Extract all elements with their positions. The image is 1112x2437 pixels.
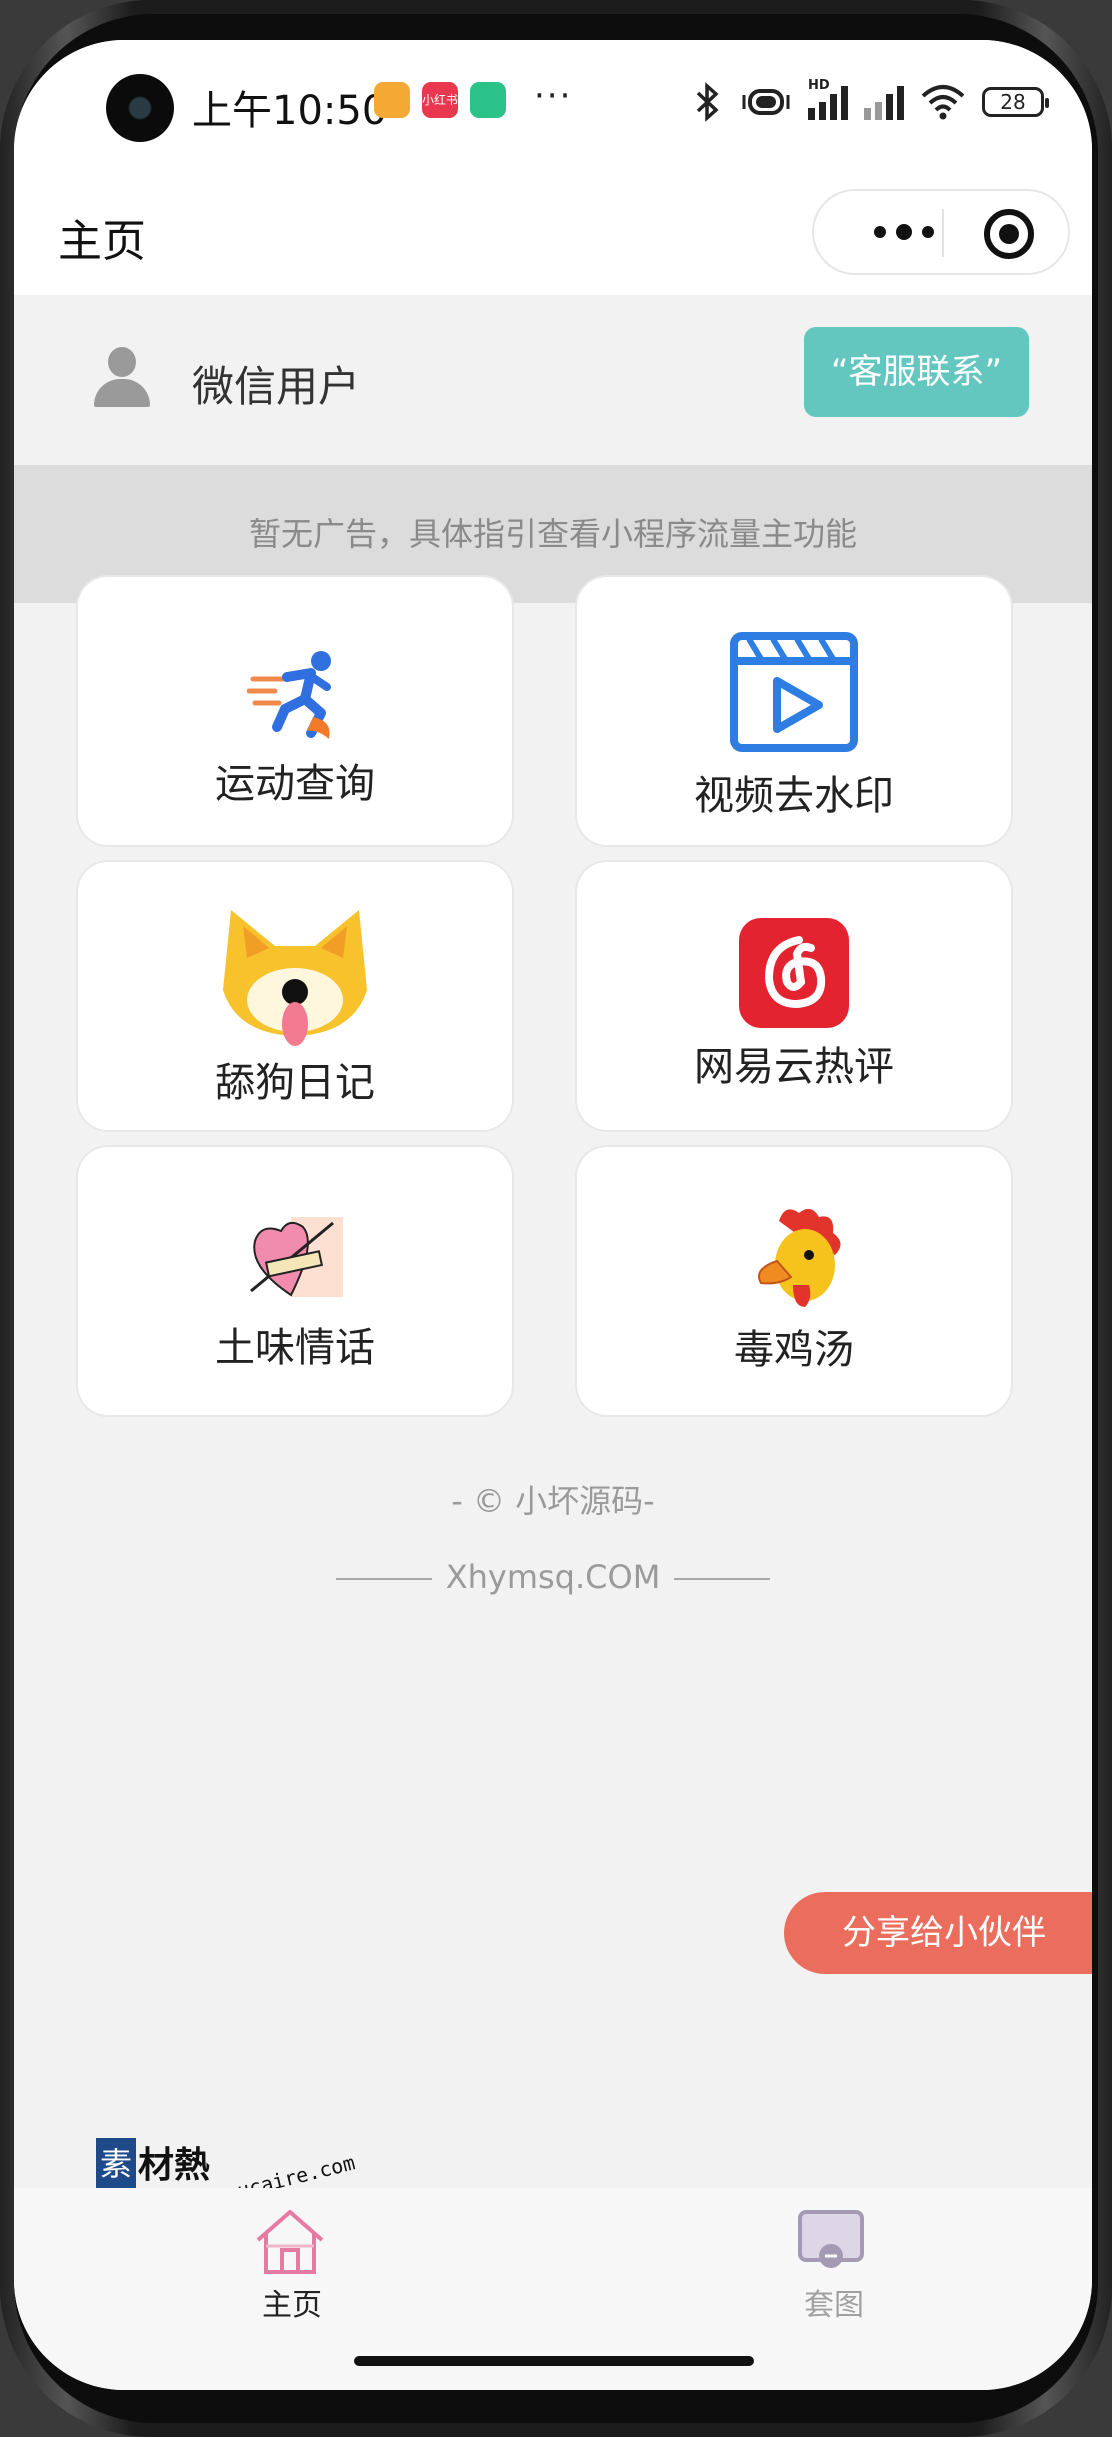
tab-home[interactable]: 主页: [142, 2188, 442, 2348]
tab-gallery[interactable]: 套图: [684, 2188, 984, 2348]
status-bar: 上午10:50 小红书 ··· HD 28: [14, 40, 1092, 165]
mini-program-capsule: [812, 189, 1070, 275]
wifi-icon: [921, 85, 965, 120]
feature-label-watermark: 视频去水印: [694, 773, 894, 819]
feature-label-sport: 运动查询: [215, 761, 375, 807]
capsule-divider: [942, 209, 944, 257]
feature-card-love-words[interactable]: 土味情话: [78, 1147, 512, 1415]
more-menu-icon[interactable]: [854, 207, 954, 257]
feature-card-dog-diary[interactable]: 舔狗日记: [78, 862, 512, 1130]
feature-card-sport[interactable]: 运动查询: [78, 577, 512, 845]
signal-hd-icon: HD: [808, 78, 848, 120]
feature-label-dog-diary: 舔狗日记: [215, 1060, 375, 1106]
vibrate-icon: [742, 89, 790, 115]
xiaohongshu-icon: 小红书: [422, 82, 458, 118]
shield-app-icon: [470, 82, 506, 118]
feature-label-chicken-soup: 毒鸡汤: [734, 1327, 854, 1373]
front-camera-icon: [106, 74, 174, 142]
status-time: 上午10:50: [192, 88, 388, 134]
battery-icon: 28: [982, 87, 1049, 117]
site-footer: Xhymsq.COM: [14, 1558, 1092, 1596]
customer-service-button[interactable]: “客服联系”: [804, 327, 1029, 417]
tab-home-label: 主页: [262, 2288, 322, 2323]
notification-app-icon: [374, 82, 410, 118]
user-name: 微信用户: [192, 362, 361, 411]
footer-rule-left: [335, 1578, 432, 1580]
home-indicator: [354, 2356, 754, 2366]
feature-label-love-words: 土味情话: [215, 1325, 375, 1371]
status-right: HD 28: [690, 78, 1049, 124]
nav-bar: 主页: [14, 165, 1092, 295]
gallery-icon: [798, 2210, 864, 2268]
page-title: 主页: [58, 216, 146, 267]
copyright-text: - © 小坏源码-: [451, 1482, 655, 1520]
shiba-dog-icon: [223, 910, 367, 1046]
watermark-mark: 素: [96, 2138, 136, 2190]
rooster-icon: [758, 1208, 841, 1307]
heart-arrow-icon: [250, 1217, 343, 1297]
app-screen: 上午10:50 小红书 ··· HD 28 主页 微信用户 “客服联系” 暂无广…: [14, 40, 1092, 2390]
site-url-text: Xhymsq.COM: [445, 1558, 661, 1596]
footer-rule-right: [674, 1578, 771, 1580]
watermark-text: 材熱: [138, 2145, 211, 2186]
hd-label: HD: [808, 78, 830, 93]
user-avatar-icon: [94, 347, 150, 407]
close-mini-program-icon[interactable]: [984, 209, 1034, 259]
signal-icon: [864, 84, 904, 120]
netease-music-icon: [739, 918, 849, 1028]
feature-card-chicken-soup[interactable]: 毒鸡汤: [577, 1147, 1011, 1415]
video-play-icon: [730, 632, 858, 752]
feature-card-watermark[interactable]: 视频去水印: [577, 577, 1011, 845]
more-notifications-icon: ···: [534, 76, 573, 116]
feature-card-netease[interactable]: 网易云热评: [577, 862, 1011, 1130]
running-man-icon: [247, 651, 331, 739]
feature-label-netease: 网易云热评: [694, 1044, 894, 1090]
tab-gallery-label: 套图: [804, 2288, 864, 2323]
home-icon: [256, 2210, 324, 2274]
bluetooth-icon: [696, 82, 719, 122]
user-info-row: 微信用户 “客服联系”: [14, 295, 1092, 465]
share-button[interactable]: 分享给小伙伴: [784, 1892, 1092, 1974]
